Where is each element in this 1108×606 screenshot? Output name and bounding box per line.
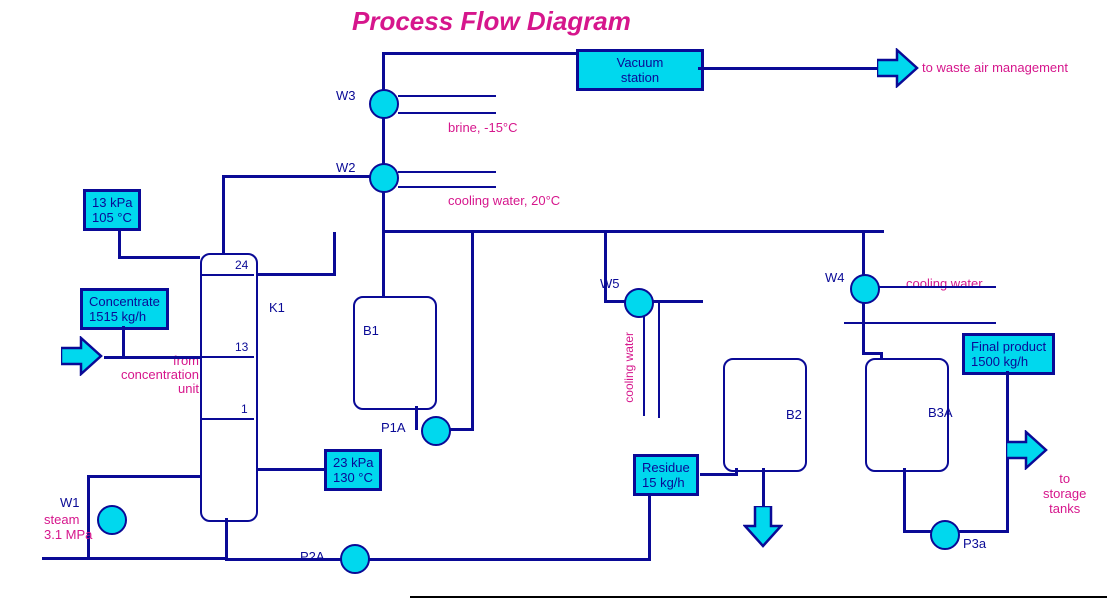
p3a-label: P3a: [963, 536, 986, 551]
w4-cw-2: [844, 322, 996, 324]
tray24-num: 24: [235, 258, 248, 272]
arrow-to-storage: [1006, 430, 1048, 470]
tray13-num: 13: [235, 340, 248, 354]
brine-line-2: [398, 112, 496, 114]
line-to-storage-v: [1006, 371, 1009, 439]
from-concentration-label: from concentration unit: [109, 354, 199, 396]
footer-rule: [410, 596, 1107, 598]
line-w5-cw-up: [643, 316, 645, 416]
line-w5-residue: [653, 300, 703, 303]
w4-label: W4: [825, 270, 845, 285]
line-w4-down: [862, 302, 865, 354]
line-b3a-feed: [880, 352, 883, 360]
k1-label: K1: [269, 300, 285, 315]
steam-label: steam 3.1 MPa: [44, 512, 92, 542]
cooling-water-vertical: cooling water: [622, 332, 636, 403]
p1a-label: P1A: [381, 420, 406, 435]
line-reflux-to-col: [256, 273, 336, 276]
brine-line-1: [398, 95, 496, 97]
p2a-label: P2A: [300, 549, 325, 564]
cooling-water-20-label: cooling water, 20°C: [448, 193, 560, 208]
line-w2-to-w4: [382, 230, 884, 233]
exchanger-w3: [369, 89, 399, 119]
line-to-w5-down: [604, 232, 607, 302]
tray1-num: 1: [241, 402, 248, 416]
arrow-b2-out: [743, 506, 783, 548]
arrow-waste-air: [877, 48, 919, 88]
exchanger-w1: [97, 505, 127, 535]
conditions-top-box: 13 kPa 105 °C: [83, 189, 141, 231]
residue-box: Residue 15 kg/h: [633, 454, 699, 496]
line-residue-to-b2h: [700, 473, 736, 476]
conditions-bottom-box: 23 kPa 130 °C: [324, 449, 382, 491]
line-conc-to-col: [104, 356, 200, 359]
vacuum-station-box: Vacuum station: [576, 49, 704, 91]
line-cond-bot: [256, 468, 324, 471]
line-col-bottom-out: [225, 518, 228, 560]
line-b3a-to-p3a-h: [903, 530, 931, 533]
diagram-title: Process Flow Diagram: [352, 6, 631, 37]
pump-p1a: [421, 416, 451, 446]
arrow-from-concentration: [61, 336, 103, 376]
cooling-water-w4: cooling water: [906, 276, 983, 291]
line-w3-to-w2: [382, 118, 385, 168]
pump-p2a: [340, 544, 370, 574]
line-b3a-to-p3a-v: [903, 468, 906, 532]
line-main-to-w4: [862, 232, 865, 276]
line-to-w5-r: [604, 300, 626, 303]
tray-1: [202, 418, 254, 420]
line-col-top-to-w2: [222, 175, 370, 178]
column-k1: [200, 253, 258, 522]
line-b2-out: [762, 468, 765, 510]
line-conc-down: [122, 326, 125, 356]
pump-p3a: [930, 520, 960, 550]
line-p1a-right: [449, 428, 473, 431]
cw20-line-1: [398, 171, 496, 173]
w1-label: W1: [60, 495, 80, 510]
line-p1a-up: [471, 232, 474, 431]
line-b2-feed: [735, 468, 738, 476]
line-w1-return: [42, 557, 227, 560]
b2-label: B2: [786, 407, 802, 422]
line-col-bot-l: [87, 475, 201, 478]
line-w4-to-b3a: [862, 352, 882, 355]
line-to-p2a: [225, 558, 650, 561]
line-reflux-drop: [333, 232, 336, 276]
to-waste-air-label: to waste air management: [922, 60, 1068, 75]
b3a-label: B3A: [928, 405, 953, 420]
final-product-box: Final product 1500 kg/h: [962, 333, 1055, 375]
line-b1-to-p1a: [415, 406, 418, 430]
tank-b1: [353, 296, 437, 410]
exchanger-w5: [624, 288, 654, 318]
b1-label: B1: [363, 323, 379, 338]
line-p3a-out-h: [958, 530, 1008, 533]
tray-13: [202, 356, 254, 358]
concentrate-box: Concentrate 1515 kg/h: [80, 288, 169, 330]
line-w5-cw-up2: [658, 303, 660, 418]
line-cond-top: [118, 228, 121, 256]
line-to-b1: [382, 230, 385, 300]
brine-label: brine, -15°C: [448, 120, 518, 135]
exchanger-w2: [369, 163, 399, 193]
tray-24: [202, 274, 254, 276]
w5-label: W5: [600, 276, 620, 291]
to-storage-label: to storage tanks: [1043, 471, 1086, 516]
line-w3-to-vacuum: [382, 52, 577, 55]
w2-label: W2: [336, 160, 356, 175]
w4-cw-1: [878, 286, 996, 288]
exchanger-w4: [850, 274, 880, 304]
line-w2-down: [382, 192, 385, 232]
cw20-line-2: [398, 186, 496, 188]
line-cond-top-h: [118, 256, 200, 259]
line-col-top-out: [222, 175, 225, 253]
w3-label: W3: [336, 88, 356, 103]
line-vacuum-to-waste: [698, 67, 878, 70]
